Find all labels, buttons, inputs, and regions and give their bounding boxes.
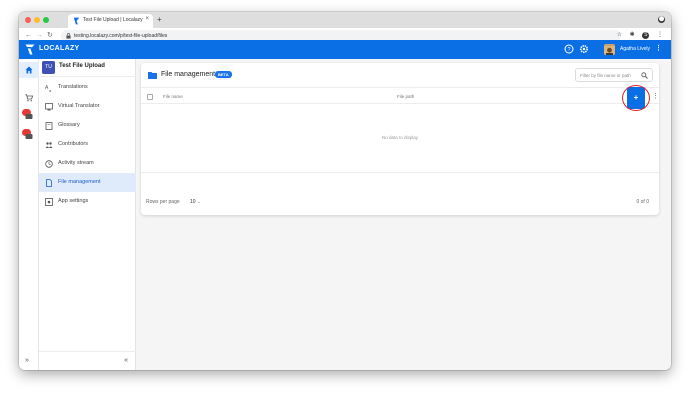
table-more-icon[interactable]: ⋮ xyxy=(652,92,659,100)
sidebar-item-label: Activity stream xyxy=(58,160,94,166)
sidebar-item-label: App settings xyxy=(58,198,89,204)
table-footer: Rows per page 10 ⌄ 0 of 0 xyxy=(141,194,659,212)
close-window-button[interactable] xyxy=(25,17,31,23)
rail-cart[interactable] xyxy=(19,90,39,106)
sidebar-item-app-settings[interactable]: App settings xyxy=(39,192,136,211)
maximize-window-button[interactable] xyxy=(43,17,49,23)
project-sidebar: TU Test File Upload A a Translations Vir… xyxy=(39,59,136,370)
rail-notifications[interactable] xyxy=(19,107,39,123)
column-header-file-name[interactable]: File name xyxy=(163,94,183,99)
settings-icon xyxy=(45,198,53,206)
forward-icon[interactable]: → xyxy=(36,32,43,40)
rail-messages[interactable] xyxy=(19,127,39,143)
chat-icon xyxy=(25,114,33,119)
bookmark-star-icon[interactable]: ☆ xyxy=(617,32,622,38)
back-icon[interactable]: ← xyxy=(25,32,32,40)
url-text: testing.localazy.com/p/test-file-upload/… xyxy=(74,33,168,39)
brand-name[interactable]: LOCALAZY xyxy=(39,45,80,52)
browser-window: Test File Upload | Localazy × + ⬤ ← → ↻ … xyxy=(19,12,671,370)
sidebar-item-label: Translations xyxy=(58,84,88,90)
pagination-range: 0 of 0 xyxy=(636,199,649,205)
translate-icon: A a xyxy=(45,85,52,92)
left-rail: » xyxy=(19,59,39,370)
expand-rail-icon[interactable]: » xyxy=(25,357,29,364)
svg-text:a: a xyxy=(49,88,52,92)
lock-icon xyxy=(66,33,71,39)
sidebar-item-contributors[interactable]: Contributors xyxy=(39,135,136,154)
search-icon[interactable] xyxy=(641,72,648,79)
rows-per-page-value: 10 xyxy=(190,199,196,205)
user-photo-icon xyxy=(604,46,615,55)
minimize-window-button[interactable] xyxy=(34,17,40,23)
select-all-checkbox[interactable] xyxy=(147,94,153,100)
message-icon xyxy=(25,134,33,139)
folder-icon xyxy=(148,72,157,79)
column-header-file-path[interactable]: File path xyxy=(397,94,414,99)
sidebar-item-glossary[interactable]: Glossary xyxy=(39,116,136,135)
help-icon[interactable]: ? xyxy=(564,44,574,54)
beta-badge: BETA xyxy=(215,71,232,78)
sidebar-item-label: File management xyxy=(58,179,101,185)
people-icon xyxy=(45,142,53,148)
localazy-favicon-icon xyxy=(73,17,80,25)
reload-icon[interactable]: ↻ xyxy=(47,32,53,40)
sidebar-item-translations[interactable]: A a Translations xyxy=(39,78,136,97)
user-name[interactable]: Agatha Lively xyxy=(620,46,650,52)
sidebar-item-activity-stream[interactable]: Activity stream xyxy=(39,154,136,173)
user-avatar[interactable] xyxy=(604,44,615,55)
book-icon xyxy=(45,122,53,130)
page-title: File management xyxy=(161,71,216,78)
rows-per-page-label: Rows per page xyxy=(146,199,180,205)
rows-per-page-select[interactable]: 10 ⌄ xyxy=(190,199,201,205)
svg-text:?: ? xyxy=(567,47,570,53)
chevron-down-icon: ⌄ xyxy=(196,199,201,204)
tab-title: Test File Upload | Localazy xyxy=(83,17,143,23)
user-menu-icon[interactable]: ⋮ xyxy=(655,44,662,52)
sidebar-item-virtual-translator[interactable]: Virtual Translator xyxy=(39,97,136,116)
file-management-card: File management BETA Filter by file name… xyxy=(141,63,659,215)
file-icon xyxy=(46,179,52,187)
empty-state-text: No data to display xyxy=(381,135,419,140)
collapse-sidebar-icon[interactable]: « xyxy=(124,357,128,364)
browser-menu-icon[interactable]: ⋮ xyxy=(657,32,663,38)
sidebar-item-label: Virtual Translator xyxy=(58,103,100,109)
extensions-icon[interactable]: ✱ xyxy=(630,32,635,38)
localazy-logo-icon[interactable] xyxy=(25,44,35,55)
cart-icon xyxy=(25,94,33,102)
file-filter-input[interactable]: Filter by file name or path xyxy=(575,68,653,82)
home-icon xyxy=(25,66,33,74)
profile-avatar[interactable]: S xyxy=(642,32,650,39)
browser-tab[interactable]: Test File Upload | Localazy × xyxy=(68,14,153,28)
filter-placeholder: Filter by file name or path xyxy=(580,73,631,78)
browser-toolbar-icons: ☆ ✱ S ⋮ xyxy=(611,31,663,39)
sidebar-item-label: Glossary xyxy=(58,122,80,128)
sidebar-divider xyxy=(39,351,136,352)
sidebar-item-label: Contributors xyxy=(58,141,88,147)
tab-close-icon[interactable]: × xyxy=(145,16,149,22)
new-tab-button[interactable]: + xyxy=(157,15,162,24)
app-header: LOCALAZY ? Agatha Lively ⋮ xyxy=(19,40,671,59)
project-header[interactable]: TU Test File Upload xyxy=(39,59,136,77)
browser-tab-bar: Test File Upload | Localazy × + ⬤ xyxy=(19,12,671,28)
project-name: Test File Upload xyxy=(59,63,105,69)
table-body: No data to display xyxy=(141,104,659,173)
history-icon xyxy=(45,160,53,168)
gear-icon[interactable] xyxy=(579,44,589,54)
chrome-menu-icon[interactable]: ⬤ xyxy=(658,16,665,23)
sidebar-item-file-management[interactable]: File management xyxy=(39,173,136,192)
table-header: File name File path + ⋮ xyxy=(141,85,659,111)
virtual-translator-icon xyxy=(45,103,53,111)
rail-home[interactable] xyxy=(19,62,39,78)
project-avatar: TU xyxy=(42,61,55,74)
